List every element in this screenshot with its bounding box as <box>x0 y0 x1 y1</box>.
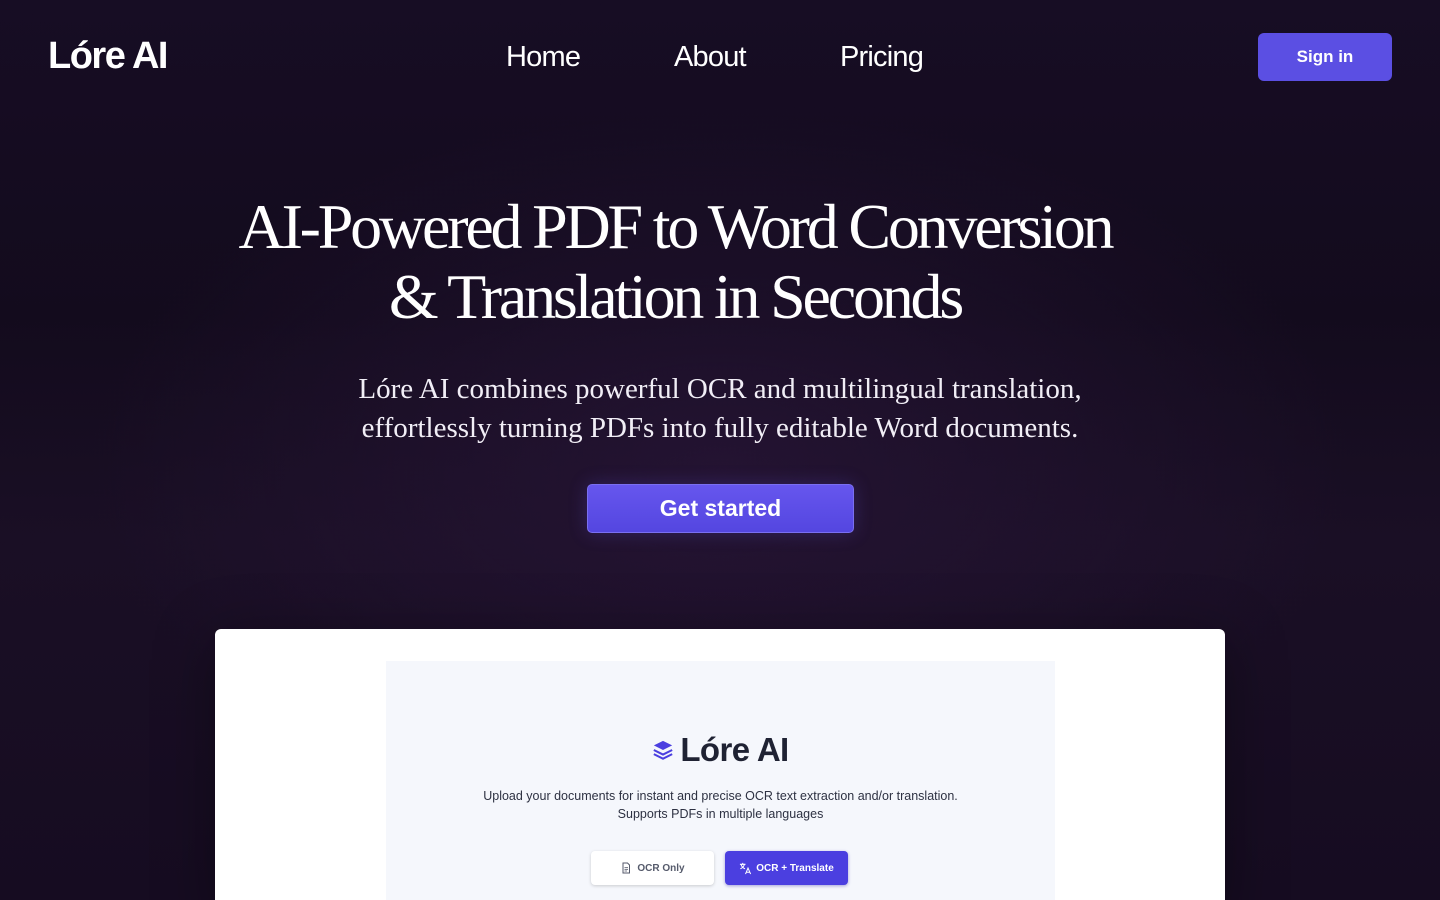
ocr-only-label: OCR Only <box>637 862 685 874</box>
app-brand: Lóre AI <box>386 731 1055 769</box>
nav-about-link[interactable]: About <box>674 38 747 76</box>
get-started-button[interactable]: Get started <box>587 484 854 533</box>
sign-in-button[interactable]: Sign in <box>1258 33 1392 81</box>
hero-subtitle-line-2: effortlessly turning PDFs into fully edi… <box>361 412 1079 444</box>
hero-title-line-1: AI-Powered PDF to Word Conversion <box>238 191 1115 262</box>
hero-title: AI-Powered PDF to Word Conversion & Tran… <box>220 192 1130 332</box>
translate-icon <box>739 862 752 875</box>
ocr-translate-button[interactable]: OCR + Translate <box>725 851 848 885</box>
site-logo[interactable]: Lóre AI <box>48 34 169 78</box>
nav-home-link[interactable]: Home <box>506 38 581 76</box>
app-preview-card: Lóre AI Upload your documents for instan… <box>215 629 1225 900</box>
app-description-line-1: Upload your documents for instant and pr… <box>483 789 958 803</box>
hero-subtitle-line-1: Lóre AI combines powerful OCR and multil… <box>358 373 1082 405</box>
app-description-line-2: Supports PDFs in multiple languages <box>617 807 824 821</box>
ocr-translate-label: OCR + Translate <box>756 862 834 874</box>
ocr-only-button[interactable]: OCR Only <box>591 851 714 885</box>
document-icon <box>620 862 632 874</box>
app-description: Upload your documents for instant and pr… <box>386 787 1055 823</box>
hero-title-line-2: & Translation in Seconds <box>388 261 964 332</box>
hero-subtitle: Lóre AI combines powerful OCR and multil… <box>300 370 1140 448</box>
layers-icon <box>652 739 674 761</box>
app-brand-name: Lóre AI <box>680 731 789 768</box>
nav-pricing-link[interactable]: Pricing <box>840 38 924 76</box>
app-preview-screen: Lóre AI Upload your documents for instan… <box>386 661 1055 900</box>
